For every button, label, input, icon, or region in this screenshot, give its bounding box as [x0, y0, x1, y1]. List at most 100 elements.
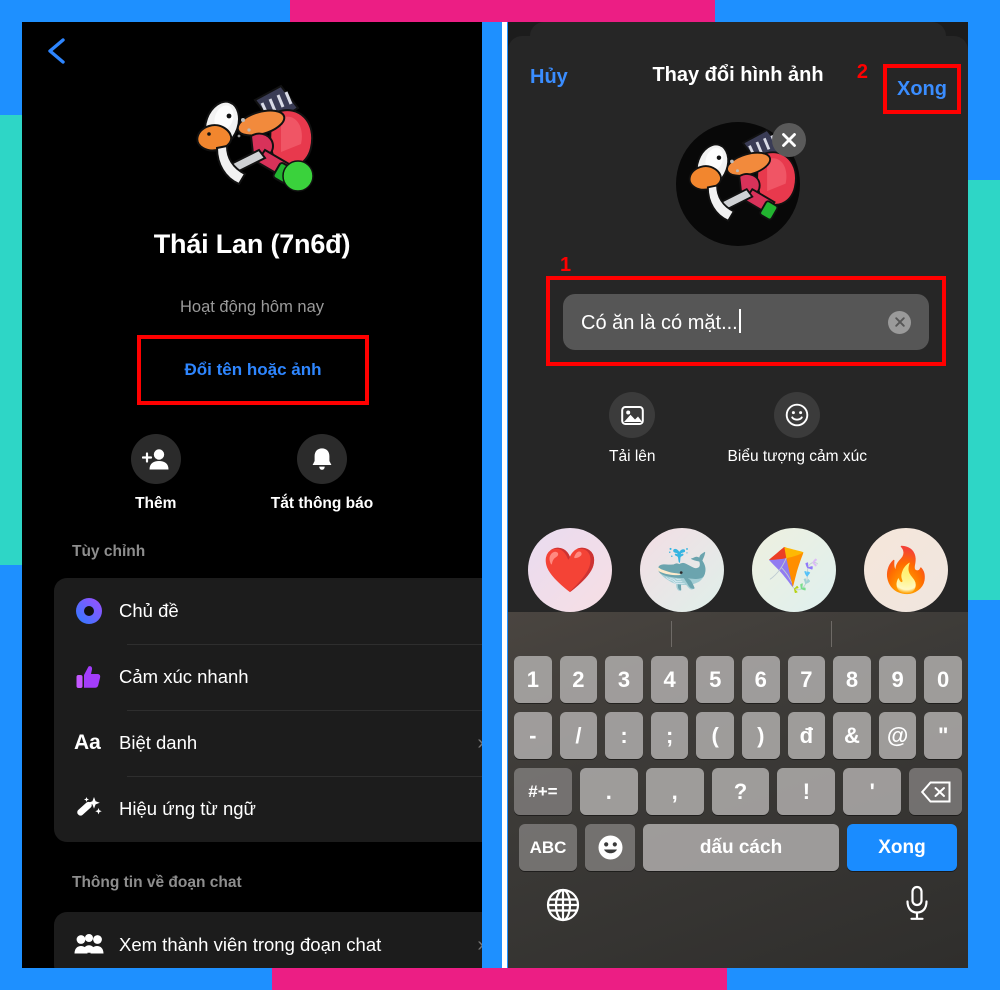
key-3[interactable]: 3	[605, 656, 643, 703]
callout-number-1: 1	[560, 254, 572, 276]
key-at[interactable]: @	[878, 712, 917, 759]
clear-input-button[interactable]	[888, 310, 911, 334]
panel-divider	[502, 22, 507, 968]
back-button[interactable]	[44, 36, 70, 64]
key-dong[interactable]: đ	[787, 712, 826, 759]
emoji-suggestion-whale[interactable]: 🐳	[640, 528, 724, 612]
sheet-header: Hủy Thay đổi hình ảnh 2 Xong	[508, 36, 968, 114]
frame-band-right-blue-top	[968, 22, 1000, 180]
key-backspace[interactable]	[909, 768, 963, 815]
done-button[interactable]: Xong	[887, 68, 957, 110]
frame-band-bottom-pink	[272, 968, 727, 990]
upload-label: Tải lên	[609, 448, 656, 465]
emoji-action[interactable]: Biểu tượng cảm xúc	[728, 392, 867, 466]
bell-icon	[312, 448, 332, 470]
key-4[interactable]: 4	[650, 656, 689, 703]
key-6[interactable]: 6	[742, 656, 780, 703]
group-avatar[interactable]	[177, 78, 327, 218]
photo-circle	[609, 392, 656, 438]
row-view-members-chevron: ›	[477, 935, 482, 955]
smiley-key-icon	[598, 835, 622, 860]
media-actions: Tải lên Biểu tượng cảm xúc	[508, 392, 968, 466]
key-apostrophe[interactable]: '	[843, 768, 902, 815]
aa-text-icon: Aa	[74, 731, 101, 754]
emoji-suggestions: ❤️ 🐳 🪁 🔥	[508, 528, 968, 612]
keyboard-row-numbers: 1 2 3 4 5 6 7 8 9 0	[508, 656, 968, 703]
frame-band-bottom-left	[0, 968, 272, 990]
frame-band-left-teal	[0, 115, 22, 565]
people-group-icon	[74, 933, 119, 957]
add-member-action[interactable]: Thêm	[130, 434, 181, 513]
clear-x-icon	[894, 317, 905, 327]
key-colon[interactable]: :	[605, 712, 643, 759]
mute-notifications-action[interactable]: Tắt thông báo	[271, 434, 373, 513]
predictive-separator-right	[831, 621, 832, 647]
key-5[interactable]: 5	[696, 656, 734, 703]
section-heading-chat-info: Thông tin về đoạn chat	[72, 874, 242, 891]
key-exclaim[interactable]: !	[777, 768, 836, 815]
key-quote[interactable]: "	[924, 712, 962, 759]
key-period[interactable]: .	[579, 768, 638, 815]
key-done[interactable]: Xong	[847, 824, 957, 871]
key-question[interactable]: ?	[711, 768, 770, 815]
change-photo-sheet: Hủy Thay đổi hình ảnh 2 Xong 1 Có ăn là …	[508, 36, 968, 968]
predictive-text-bar	[508, 612, 968, 656]
row-quick-reaction[interactable]: Cảm xúc nhanh	[54, 644, 482, 710]
group-title: Thái Lan (7n6đ)	[153, 229, 351, 259]
microphone-icon	[906, 885, 928, 920]
key-comma[interactable]: ,	[645, 768, 704, 815]
key-space[interactable]: dấu cách	[643, 824, 839, 871]
row-nickname-label: Biệt danh	[119, 732, 198, 753]
row-view-members[interactable]: Xem thành viên trong đoạn chat ›	[54, 912, 482, 968]
keyboard-utility-bar	[508, 880, 968, 944]
key-emoji-toggle[interactable]	[585, 824, 635, 871]
key-1[interactable]: 1	[514, 656, 552, 703]
remove-photo-button[interactable]	[772, 123, 806, 157]
rename-highlight-box: Đổi tên hoặc ảnh	[137, 335, 369, 405]
key-paren-open[interactable]: (	[696, 712, 734, 759]
row-nickname[interactable]: Aa Biệt danh ›	[54, 710, 482, 776]
emoji-label: Biểu tượng cảm xúc	[727, 448, 867, 465]
keyboard-row-punctuation: #+= . , ? ! '	[508, 768, 968, 815]
backspace-icon	[920, 781, 951, 802]
key-paren-close[interactable]: )	[742, 712, 780, 759]
chat-info-card: Xem thành viên trong đoạn chat ›	[54, 912, 482, 968]
row-word-effects[interactable]: Hiệu ứng từ ngữ	[54, 776, 482, 842]
customize-card: Chủ đề Cảm xúc nhanh Aa Biệt danh ›	[54, 578, 482, 842]
frame-band-top-left	[0, 0, 290, 22]
add-member-label: Thêm	[135, 495, 177, 512]
key-0[interactable]: 0	[924, 656, 962, 703]
predictive-separator-left	[671, 621, 672, 647]
upload-action[interactable]: Tải lên	[609, 392, 656, 466]
frame-band-right-blue-bot	[968, 600, 1000, 968]
keyboard-dictation-button[interactable]	[904, 885, 930, 926]
smiley-icon	[786, 403, 809, 427]
rename-or-photo-button[interactable]: Đổi tên hoặc ảnh	[141, 339, 365, 401]
key-semicolon[interactable]: ;	[650, 712, 689, 759]
emoji-suggestion-fire[interactable]: 🔥	[864, 528, 948, 612]
keyboard-globe-button[interactable]	[546, 888, 580, 927]
smiley-circle	[774, 392, 821, 438]
key-abc-toggle[interactable]: ABC	[519, 824, 577, 871]
quick-actions: Thêm Tắt thông báo	[22, 434, 482, 513]
emoji-suggestion-heart[interactable]: ❤️	[528, 528, 612, 612]
key-ampersand[interactable]: &	[833, 712, 871, 759]
frame-band-left-blue-bot	[0, 565, 22, 968]
row-nickname-chevron: ›	[477, 733, 482, 753]
group-name-input[interactable]: Có ăn là có mặt...	[563, 294, 929, 350]
thumbs-up-icon	[74, 663, 119, 691]
key-7[interactable]: 7	[787, 656, 826, 703]
section-heading-customize: Tùy chỉnh	[72, 543, 146, 560]
row-theme[interactable]: Chủ đề	[54, 578, 482, 644]
key-slash[interactable]: /	[559, 712, 598, 759]
frame-band-left-blue-top	[0, 22, 22, 115]
key-8[interactable]: 8	[833, 656, 871, 703]
group-name-value: Có ăn là có mặt...	[581, 309, 888, 335]
key-symbols-toggle[interactable]: #+=	[513, 768, 572, 815]
row-word-effects-label: Hiệu ứng từ ngữ	[119, 798, 256, 819]
emoji-suggestion-kite[interactable]: 🪁	[752, 528, 836, 612]
key-2[interactable]: 2	[559, 656, 598, 703]
frame-band-top-right	[715, 0, 1000, 22]
key-9[interactable]: 9	[878, 656, 917, 703]
key-hyphen[interactable]: -	[514, 712, 552, 759]
